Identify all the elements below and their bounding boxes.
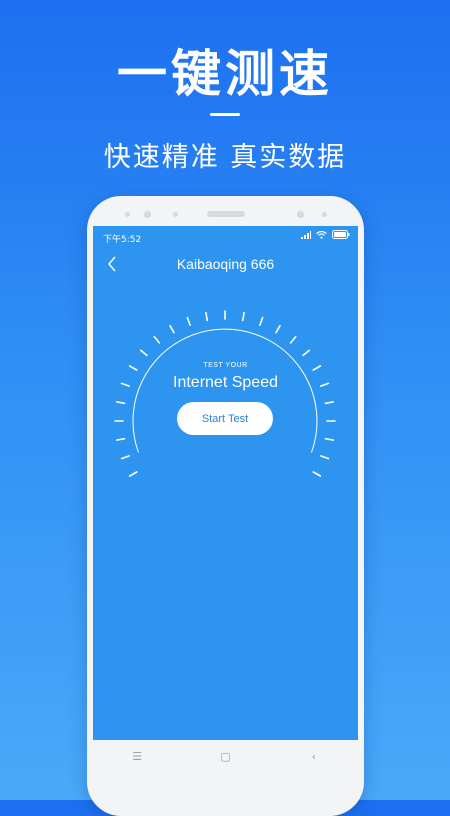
home-nav-button[interactable]: ▢ bbox=[205, 750, 245, 763]
gauge-tick bbox=[275, 324, 281, 334]
status-bar: 下午5:52 bbox=[93, 226, 358, 246]
gauge-tick bbox=[324, 401, 335, 405]
gauge-tick bbox=[302, 349, 311, 357]
signal-icon bbox=[301, 230, 311, 239]
phone-camera-dot bbox=[297, 211, 304, 218]
gauge-tick bbox=[205, 311, 209, 322]
test-your-label: TEST YOUR bbox=[203, 362, 248, 369]
promo-headline: 一键测速 bbox=[117, 45, 333, 103]
phone-sensor-dot bbox=[322, 212, 327, 217]
gauge-tick bbox=[115, 401, 126, 405]
gauge-tick bbox=[169, 324, 175, 334]
app-title: Kaibaoqing 666 bbox=[176, 256, 275, 272]
gauge-tick bbox=[139, 349, 148, 357]
battery-icon bbox=[332, 230, 350, 239]
phone-speaker bbox=[207, 211, 245, 217]
app-screen: 下午5:52 Kaibaoqing 666 TEST YOUR Internet… bbox=[93, 226, 358, 740]
start-test-button[interactable]: Start Test bbox=[177, 402, 273, 435]
gauge-tick bbox=[128, 471, 138, 477]
promo-subline: 快速精准 真实数据 bbox=[103, 142, 347, 173]
gauge-tick bbox=[259, 316, 264, 327]
status-icons bbox=[301, 230, 350, 239]
internet-speed-label: Internet Speed bbox=[173, 374, 278, 391]
system-nav-bar: ☰ ▢ ‹ bbox=[93, 740, 358, 772]
gauge-tick bbox=[120, 455, 131, 460]
gauge-tick bbox=[324, 437, 335, 441]
gauge-tick bbox=[241, 311, 245, 322]
gauge-tick bbox=[153, 335, 161, 344]
phone-frame: 下午5:52 Kaibaoqing 666 TEST YOUR Internet… bbox=[87, 196, 364, 816]
wifi-icon bbox=[316, 230, 327, 239]
headline-divider bbox=[210, 113, 240, 116]
app-bar: Kaibaoqing 666 bbox=[93, 250, 358, 280]
gauge-tick bbox=[320, 455, 330, 460]
phone-camera-dot bbox=[144, 211, 151, 218]
phone-sensor-dot bbox=[173, 212, 178, 217]
status-time: 下午5:52 bbox=[103, 235, 142, 245]
gauge-tick bbox=[186, 316, 191, 327]
gauge-tick bbox=[289, 335, 297, 344]
menu-nav-button[interactable]: ☰ bbox=[117, 750, 157, 763]
phone-sensor-dot bbox=[125, 212, 130, 217]
back-nav-button[interactable]: ‹ bbox=[294, 750, 334, 763]
gauge-tick bbox=[312, 471, 322, 477]
gauge-tick bbox=[115, 437, 126, 441]
